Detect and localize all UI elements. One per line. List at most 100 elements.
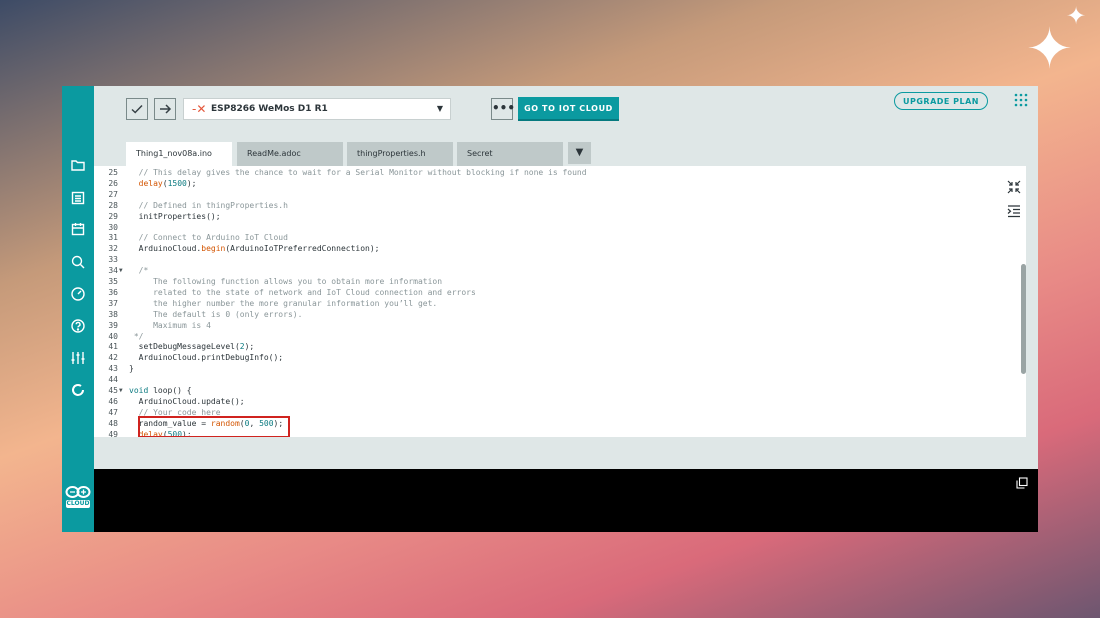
fold-toggle-icon[interactable]: ▼ <box>119 385 123 396</box>
sketchbook-icon[interactable] <box>70 190 86 206</box>
line-number: 43 <box>108 364 118 374</box>
arrow-right-icon <box>160 104 172 114</box>
calendar-icon[interactable] <box>70 221 86 237</box>
check-icon <box>131 104 143 114</box>
sync-icon[interactable] <box>70 382 86 398</box>
line-number: 32 <box>108 244 118 254</box>
line-number: 48 <box>108 418 118 428</box>
line-number: 39 <box>108 320 118 330</box>
tabs-dropdown-button[interactable]: ▼ <box>568 142 591 164</box>
line-number: 44 <box>108 375 118 385</box>
line-number: 33 <box>108 255 118 265</box>
line-number: 45 <box>108 386 118 395</box>
code-line[interactable]: 37 the higher number the more granular i… <box>94 298 994 309</box>
board-name: ESP8266 WeMos D1 R1 <box>211 104 328 114</box>
code-line[interactable]: 39 Maximum is 4 <box>94 320 994 331</box>
monitor-icon[interactable] <box>70 286 86 302</box>
line-number: 41 <box>108 342 118 352</box>
fold-toggle-icon[interactable]: ▼ <box>119 265 123 276</box>
code-text: // Connect to Arduino IoT Cloud <box>129 233 288 243</box>
code-line[interactable]: 28 // Defined in thingProperties.h <box>94 200 994 211</box>
line-number: 37 <box>108 298 118 308</box>
collapse-icon[interactable] <box>1007 180 1021 194</box>
code-text: Maximum is 4 <box>129 320 211 330</box>
code-line[interactable]: 30 <box>94 222 994 233</box>
code-text: // Defined in thingProperties.h <box>129 200 288 210</box>
code-text: The following function allows you to obt… <box>129 277 443 286</box>
code-text: the higher number the more granular info… <box>129 298 438 308</box>
code-line[interactable]: 31 // Connect to Arduino IoT Cloud <box>94 232 994 243</box>
code-editor[interactable]: 25 // This delay gives the chance to wai… <box>94 166 1026 437</box>
code-line[interactable]: 26 delay(1500); <box>94 178 994 189</box>
sidebar: CLOUD <box>62 86 94 532</box>
code-line[interactable]: 32 ArduinoCloud.begin(ArduinoIoTPreferre… <box>94 243 994 254</box>
line-number: 35 <box>108 277 118 286</box>
tab-readme[interactable]: ReadMe.adoc <box>237 142 343 166</box>
code-line[interactable]: 42 ArduinoCloud.printDebugInfo(); <box>94 352 994 363</box>
code-text: The default is 0 (only errors). <box>129 309 303 319</box>
board-selector[interactable]: -✕ ESP8266 WeMos D1 R1 ▼ <box>183 98 451 120</box>
output-console <box>94 469 1038 532</box>
line-number: 31 <box>108 233 118 243</box>
code-line[interactable]: 27 <box>94 189 994 200</box>
file-tabs: Thing1_nov08a.ino ReadMe.adoc thingPrope… <box>126 142 596 166</box>
infinity-logo-icon <box>65 486 91 498</box>
line-number: 29 <box>108 211 118 221</box>
search-icon[interactable] <box>70 254 86 270</box>
editor-scrollbar[interactable] <box>1021 264 1026 374</box>
tab-secret[interactable]: Secret <box>457 142 563 166</box>
copy-icon[interactable] <box>1016 477 1028 489</box>
code-text: } <box>129 364 134 374</box>
sparkle-large-icon: ✦ <box>1026 17 1073 82</box>
code-line[interactable]: 29 initProperties(); <box>94 211 994 222</box>
line-number: 25 <box>108 168 118 177</box>
code-text: initProperties(); <box>129 211 221 221</box>
code-text: */ <box>129 331 144 341</box>
line-number: 34 <box>108 266 118 276</box>
code-text: related to the state of network and IoT … <box>129 287 476 297</box>
line-number: 27 <box>108 189 118 199</box>
caret-down-icon: ▼ <box>575 147 584 158</box>
code-line[interactable]: 40 */ <box>94 331 994 342</box>
arduino-cloud-logo: CLOUD <box>64 484 92 510</box>
tab-sketch-file[interactable]: Thing1_nov08a.ino <box>126 142 232 166</box>
help-icon[interactable] <box>70 318 86 334</box>
cloud-logo-label: CLOUD <box>66 500 90 508</box>
code-line[interactable]: 43} <box>94 363 994 374</box>
chevron-down-icon: ▼ <box>436 104 443 113</box>
code-line[interactable]: 35 The following function allows you to … <box>94 276 994 287</box>
line-number: 46 <box>108 396 118 406</box>
line-number: 26 <box>108 178 118 188</box>
code-text: /* <box>129 266 149 276</box>
line-number: 38 <box>108 309 118 319</box>
code-line[interactable]: 44 <box>94 374 994 385</box>
code-text: setDebugMessageLevel(2); <box>129 342 255 352</box>
code-text: ArduinoCloud.begin(ArduinoIoTPreferredCo… <box>129 244 380 254</box>
code-text: ArduinoCloud.update(); <box>129 396 245 406</box>
go-to-iot-cloud-button[interactable]: GO TO IOT CLOUD <box>518 97 619 121</box>
more-options-button[interactable]: ••• <box>491 98 515 120</box>
line-number: 42 <box>108 353 118 363</box>
apps-grid-icon[interactable] <box>1014 93 1028 107</box>
line-number: 47 <box>108 407 118 417</box>
folder-icon[interactable] <box>70 157 86 173</box>
usb-disconnected-icon: -✕ <box>192 102 207 116</box>
code-line[interactable]: 45 ▼ void loop() { <box>94 385 994 396</box>
verify-button[interactable] <box>126 98 148 120</box>
settings-sliders-icon[interactable] <box>70 350 86 366</box>
tab-thing-properties[interactable]: thingProperties.h <box>347 142 453 166</box>
highlight-annotation-box <box>138 416 290 437</box>
code-text: ArduinoCloud.printDebugInfo(); <box>129 353 284 363</box>
code-line[interactable]: 34 ▼ /* <box>94 265 994 276</box>
upgrade-plan-button[interactable]: UPGRADE PLAN <box>894 92 988 110</box>
code-line[interactable]: 38 The default is 0 (only errors). <box>94 309 994 320</box>
code-line[interactable]: 25 // This delay gives the chance to wai… <box>94 167 994 178</box>
line-number: 28 <box>108 200 118 210</box>
toolbar: -✕ ESP8266 WeMos D1 R1 ▼ ••• GO TO IOT C… <box>94 86 1038 141</box>
indent-icon[interactable] <box>1007 204 1021 218</box>
code-line[interactable]: 41 setDebugMessageLevel(2); <box>94 341 994 352</box>
code-line[interactable]: 36 related to the state of network and I… <box>94 287 994 298</box>
code-line[interactable]: 33 <box>94 254 994 265</box>
code-line[interactable]: 46 ArduinoCloud.update(); <box>94 396 994 407</box>
upload-button[interactable] <box>154 98 176 120</box>
